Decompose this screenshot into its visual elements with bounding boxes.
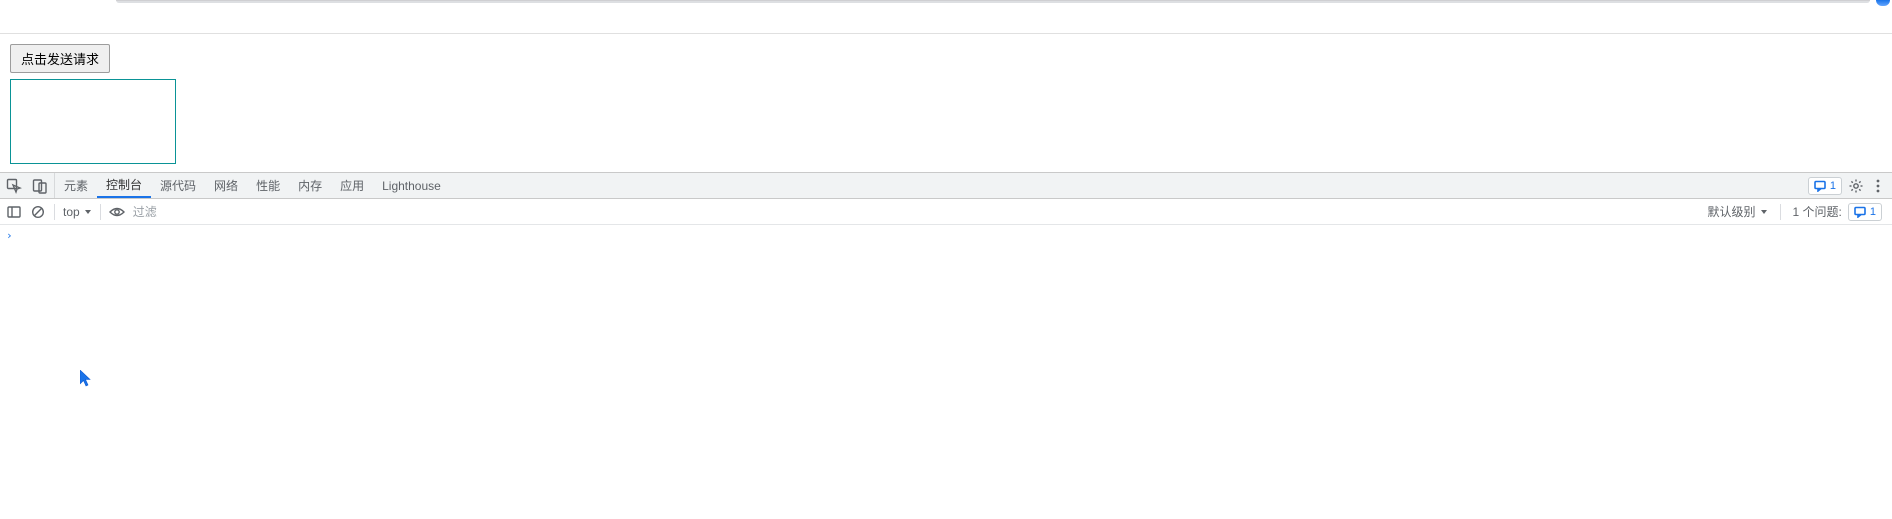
divider (100, 204, 101, 220)
console-sidebar-toggle-icon[interactable] (6, 204, 22, 220)
inspect-element-icon[interactable] (6, 178, 22, 194)
issues-summary-label: 1 个问题: (1793, 203, 1842, 220)
message-icon (1854, 206, 1866, 218)
log-level-label: 默认级别 (1708, 203, 1756, 220)
send-request-button[interactable]: 点击发送请求 (10, 44, 110, 73)
tab-elements[interactable]: 元素 (55, 173, 97, 198)
console-prompt-caret-icon: › (6, 229, 13, 242)
tab-console[interactable]: 控制台 (97, 173, 151, 198)
tab-memory[interactable]: 内存 (289, 173, 331, 198)
execution-context-label: top (63, 205, 80, 219)
page-content-area: 点击发送请求 (0, 33, 1892, 174)
log-level-selector[interactable]: 默认级别 (1708, 203, 1768, 220)
issues-badge[interactable]: 1 (1808, 177, 1842, 195)
chevron-down-icon (1760, 208, 1768, 216)
chevron-down-icon (84, 208, 92, 216)
output-box (10, 79, 176, 164)
devtools-panel: 元素 控制台 源代码 网络 性能 内存 应用 Lighthouse 1 (0, 172, 1892, 519)
execution-context-selector[interactable]: top (63, 205, 92, 219)
console-output-area[interactable]: › (0, 225, 1892, 519)
tab-sources[interactable]: 源代码 (151, 173, 205, 198)
console-toolbar: top 默认级别 1 个问题: 1 (0, 199, 1892, 225)
issues-summary[interactable]: 1 个问题: 1 (1793, 203, 1882, 221)
tab-network[interactable]: 网络 (205, 173, 247, 198)
tab-lighthouse[interactable]: Lighthouse (373, 173, 450, 198)
devtools-tabbar: 元素 控制台 源代码 网络 性能 内存 应用 Lighthouse 1 (0, 173, 1892, 199)
issues-summary-badge: 1 (1848, 203, 1882, 221)
console-filter-input[interactable] (133, 202, 1700, 222)
issues-count: 1 (1830, 180, 1836, 192)
tab-performance[interactable]: 性能 (247, 173, 289, 198)
clear-console-icon[interactable] (30, 204, 46, 220)
address-bar-shadow (116, 0, 1870, 3)
issues-summary-count: 1 (1870, 206, 1876, 218)
more-options-icon[interactable] (1870, 178, 1886, 194)
tab-application[interactable]: 应用 (331, 173, 373, 198)
live-expression-eye-icon[interactable] (109, 204, 125, 220)
divider (54, 204, 55, 220)
message-icon (1814, 180, 1826, 192)
profile-avatar-peek (1876, 0, 1890, 6)
browser-chrome-hint (0, 0, 1892, 8)
device-toolbar-icon[interactable] (32, 178, 48, 194)
divider (1780, 204, 1781, 220)
settings-gear-icon[interactable] (1848, 178, 1864, 194)
